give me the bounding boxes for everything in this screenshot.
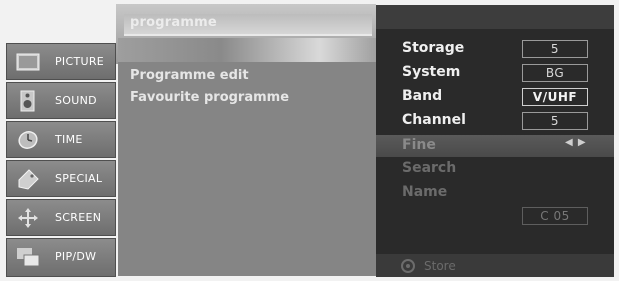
- band-label: Band: [402, 88, 443, 104]
- menu-item-time[interactable]: TIME: [6, 121, 116, 158]
- fine-adjust-arrows-icon[interactable]: ◀ ▶: [565, 137, 587, 148]
- menu-item-label: PIP/DW: [55, 250, 97, 263]
- menu-item-sound[interactable]: SOUND: [6, 82, 116, 119]
- menu-item-special[interactable]: SPECIAL: [6, 160, 116, 197]
- channel-value[interactable]: 5: [522, 112, 588, 130]
- submenu-item-programme-edit[interactable]: Programme edit: [130, 68, 249, 83]
- menu-item-label: SPECIAL: [55, 172, 103, 185]
- menu-item-pip-dw[interactable]: PIP/DW: [6, 238, 116, 277]
- system-label: System: [402, 64, 461, 80]
- speaker-icon: [20, 90, 35, 112]
- name-value[interactable]: C 05: [522, 207, 588, 225]
- menu-title: programme: [130, 15, 217, 30]
- band-value[interactable]: V/UHF: [522, 88, 588, 106]
- menu-item-label: TIME: [55, 133, 83, 146]
- storage-value[interactable]: 5: [522, 40, 588, 58]
- store-label[interactable]: Store: [424, 259, 456, 273]
- submenu-item-favourite-programme[interactable]: Favourite programme: [130, 90, 289, 105]
- menu-item-picture[interactable]: PICTURE: [6, 43, 116, 80]
- channel-label: Channel: [402, 112, 466, 128]
- menu-item-label: PICTURE: [55, 55, 105, 68]
- name-label: Name: [402, 184, 448, 200]
- search-label[interactable]: Search: [402, 160, 456, 176]
- menu-item-label: SCREEN: [55, 211, 102, 224]
- header-band: [118, 38, 376, 62]
- main-menu: PICTURE SOUND TIME SPECIAL SCREEN PIP/DW: [6, 43, 116, 277]
- storage-label: Storage: [402, 40, 465, 56]
- tag-icon: [18, 169, 39, 190]
- menu-item-label: SOUND: [55, 94, 97, 107]
- system-value[interactable]: BG: [522, 64, 588, 82]
- menu-item-screen[interactable]: SCREEN: [6, 199, 116, 236]
- store-radio-icon[interactable]: [401, 259, 415, 273]
- fine-label: Fine: [402, 137, 436, 153]
- pip-icon: [17, 248, 40, 267]
- settings-panel-top: [376, 5, 614, 29]
- clock-icon: [18, 131, 38, 149]
- move-arrows-icon: [18, 208, 38, 228]
- picture-icon: [16, 53, 40, 71]
